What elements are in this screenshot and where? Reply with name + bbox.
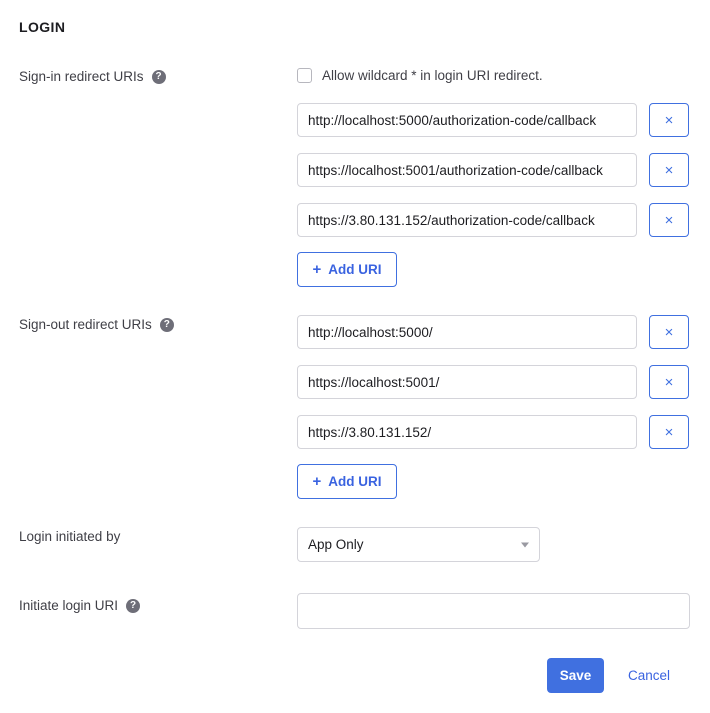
remove-signin-uri-button-2[interactable]: ×: [649, 153, 689, 187]
signin-uri-input-1[interactable]: [297, 103, 637, 137]
signin-redirect-uris-label-text: Sign-in redirect URIs: [19, 69, 144, 84]
add-signin-uri-button[interactable]: + Add URI: [297, 252, 397, 287]
signout-redirect-uris-label-text: Sign-out redirect URIs: [19, 317, 152, 332]
cancel-button[interactable]: Cancel: [628, 658, 670, 693]
signout-uri-row: ×: [297, 315, 689, 349]
remove-signout-uri-button-1[interactable]: ×: [649, 315, 689, 349]
signin-uri-row: ×: [297, 203, 689, 237]
allow-wildcard-checkbox-row[interactable]: Allow wildcard * in login URI redirect.: [297, 68, 543, 83]
help-circle-icon[interactable]: ?: [160, 318, 174, 332]
initiate-login-uri-input[interactable]: [297, 593, 690, 629]
remove-signin-uri-button-1[interactable]: ×: [649, 103, 689, 137]
login-initiated-by-value: App Only: [308, 537, 364, 552]
signout-uri-input-2[interactable]: [297, 365, 637, 399]
help-circle-icon[interactable]: ?: [126, 599, 140, 613]
signout-redirect-uris-label: Sign-out redirect URIs ?: [19, 317, 174, 332]
initiate-login-uri-label: Initiate login URI ?: [19, 598, 140, 613]
signin-uri-input-2[interactable]: [297, 153, 637, 187]
remove-signin-uri-button-3[interactable]: ×: [649, 203, 689, 237]
initiate-login-uri-field-row: [297, 593, 690, 629]
allow-wildcard-label: Allow wildcard * in login URI redirect.: [322, 68, 543, 83]
remove-signout-uri-button-3[interactable]: ×: [649, 415, 689, 449]
remove-signout-uri-button-2[interactable]: ×: [649, 365, 689, 399]
signin-uri-input-3[interactable]: [297, 203, 637, 237]
initiate-login-uri-label-text: Initiate login URI: [19, 598, 118, 613]
help-circle-icon[interactable]: ?: [152, 70, 166, 84]
signout-uri-row: ×: [297, 415, 689, 449]
save-button[interactable]: Save: [547, 658, 604, 693]
login-initiated-by-select-wrap: App Only: [297, 527, 540, 562]
plus-icon: +: [312, 474, 321, 489]
login-initiated-by-select[interactable]: App Only: [297, 527, 540, 562]
login-settings-panel: LOGIN Sign-in redirect URIs ? Allow wild…: [0, 0, 710, 713]
add-signout-uri-button[interactable]: + Add URI: [297, 464, 397, 499]
form-actions: Save Cancel: [0, 658, 710, 694]
signout-uri-row: ×: [297, 365, 689, 399]
signin-uri-row: ×: [297, 103, 689, 137]
login-initiated-by-label-text: Login initiated by: [19, 529, 120, 544]
add-signin-uri-label: Add URI: [328, 262, 381, 277]
signin-uri-row: ×: [297, 153, 689, 187]
allow-wildcard-checkbox[interactable]: [297, 68, 312, 83]
signin-redirect-uris-label: Sign-in redirect URIs ?: [19, 69, 166, 84]
signout-uri-input-3[interactable]: [297, 415, 637, 449]
page-title: LOGIN: [19, 19, 65, 35]
signout-uri-input-1[interactable]: [297, 315, 637, 349]
login-initiated-by-label: Login initiated by: [19, 529, 120, 544]
add-signout-uri-label: Add URI: [328, 474, 381, 489]
plus-icon: +: [312, 262, 321, 277]
